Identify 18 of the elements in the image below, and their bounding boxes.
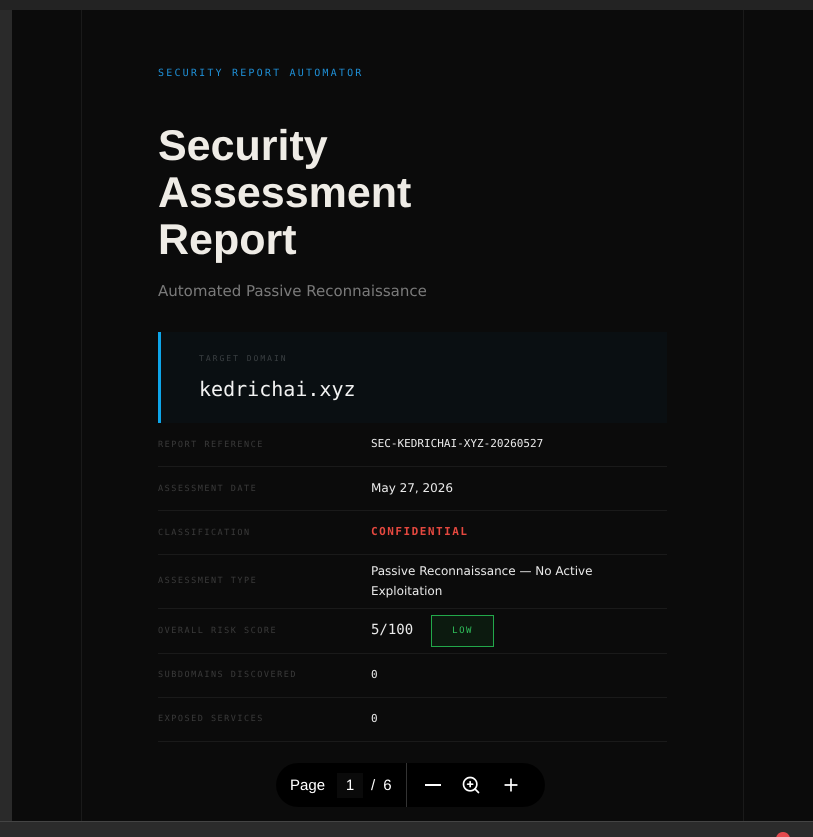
risk-level-badge: LOW	[431, 614, 494, 647]
zoom-in-icon	[460, 775, 481, 795]
row-value: SEC-KEDRICHAI-XYZ-20260527	[371, 436, 544, 452]
row-value: Passive Reconnaissance — No Active Exploitation	[371, 563, 594, 600]
eyebrow-label: SECURITY REPORT AUTOMATOR	[158, 68, 365, 79]
row-value: 0	[371, 710, 379, 727]
page-number-field[interactable]: 1	[337, 772, 364, 798]
page-total: 6	[383, 776, 392, 794]
target-domain: kedrichai.xyz	[199, 377, 357, 401]
report-subtitle: Automated Passive Reconnaissance	[158, 282, 428, 300]
risk-score-value: 5/100	[371, 620, 414, 640]
row-value: 0	[371, 666, 379, 683]
row-value: CONFIDENTIAL	[371, 524, 470, 540]
report-title: Security Assessment Report	[158, 123, 412, 264]
row-value: May 27, 2026	[371, 480, 454, 498]
page-separator: /	[371, 776, 376, 794]
page-label: Page	[290, 776, 326, 794]
minus-icon	[424, 784, 441, 786]
